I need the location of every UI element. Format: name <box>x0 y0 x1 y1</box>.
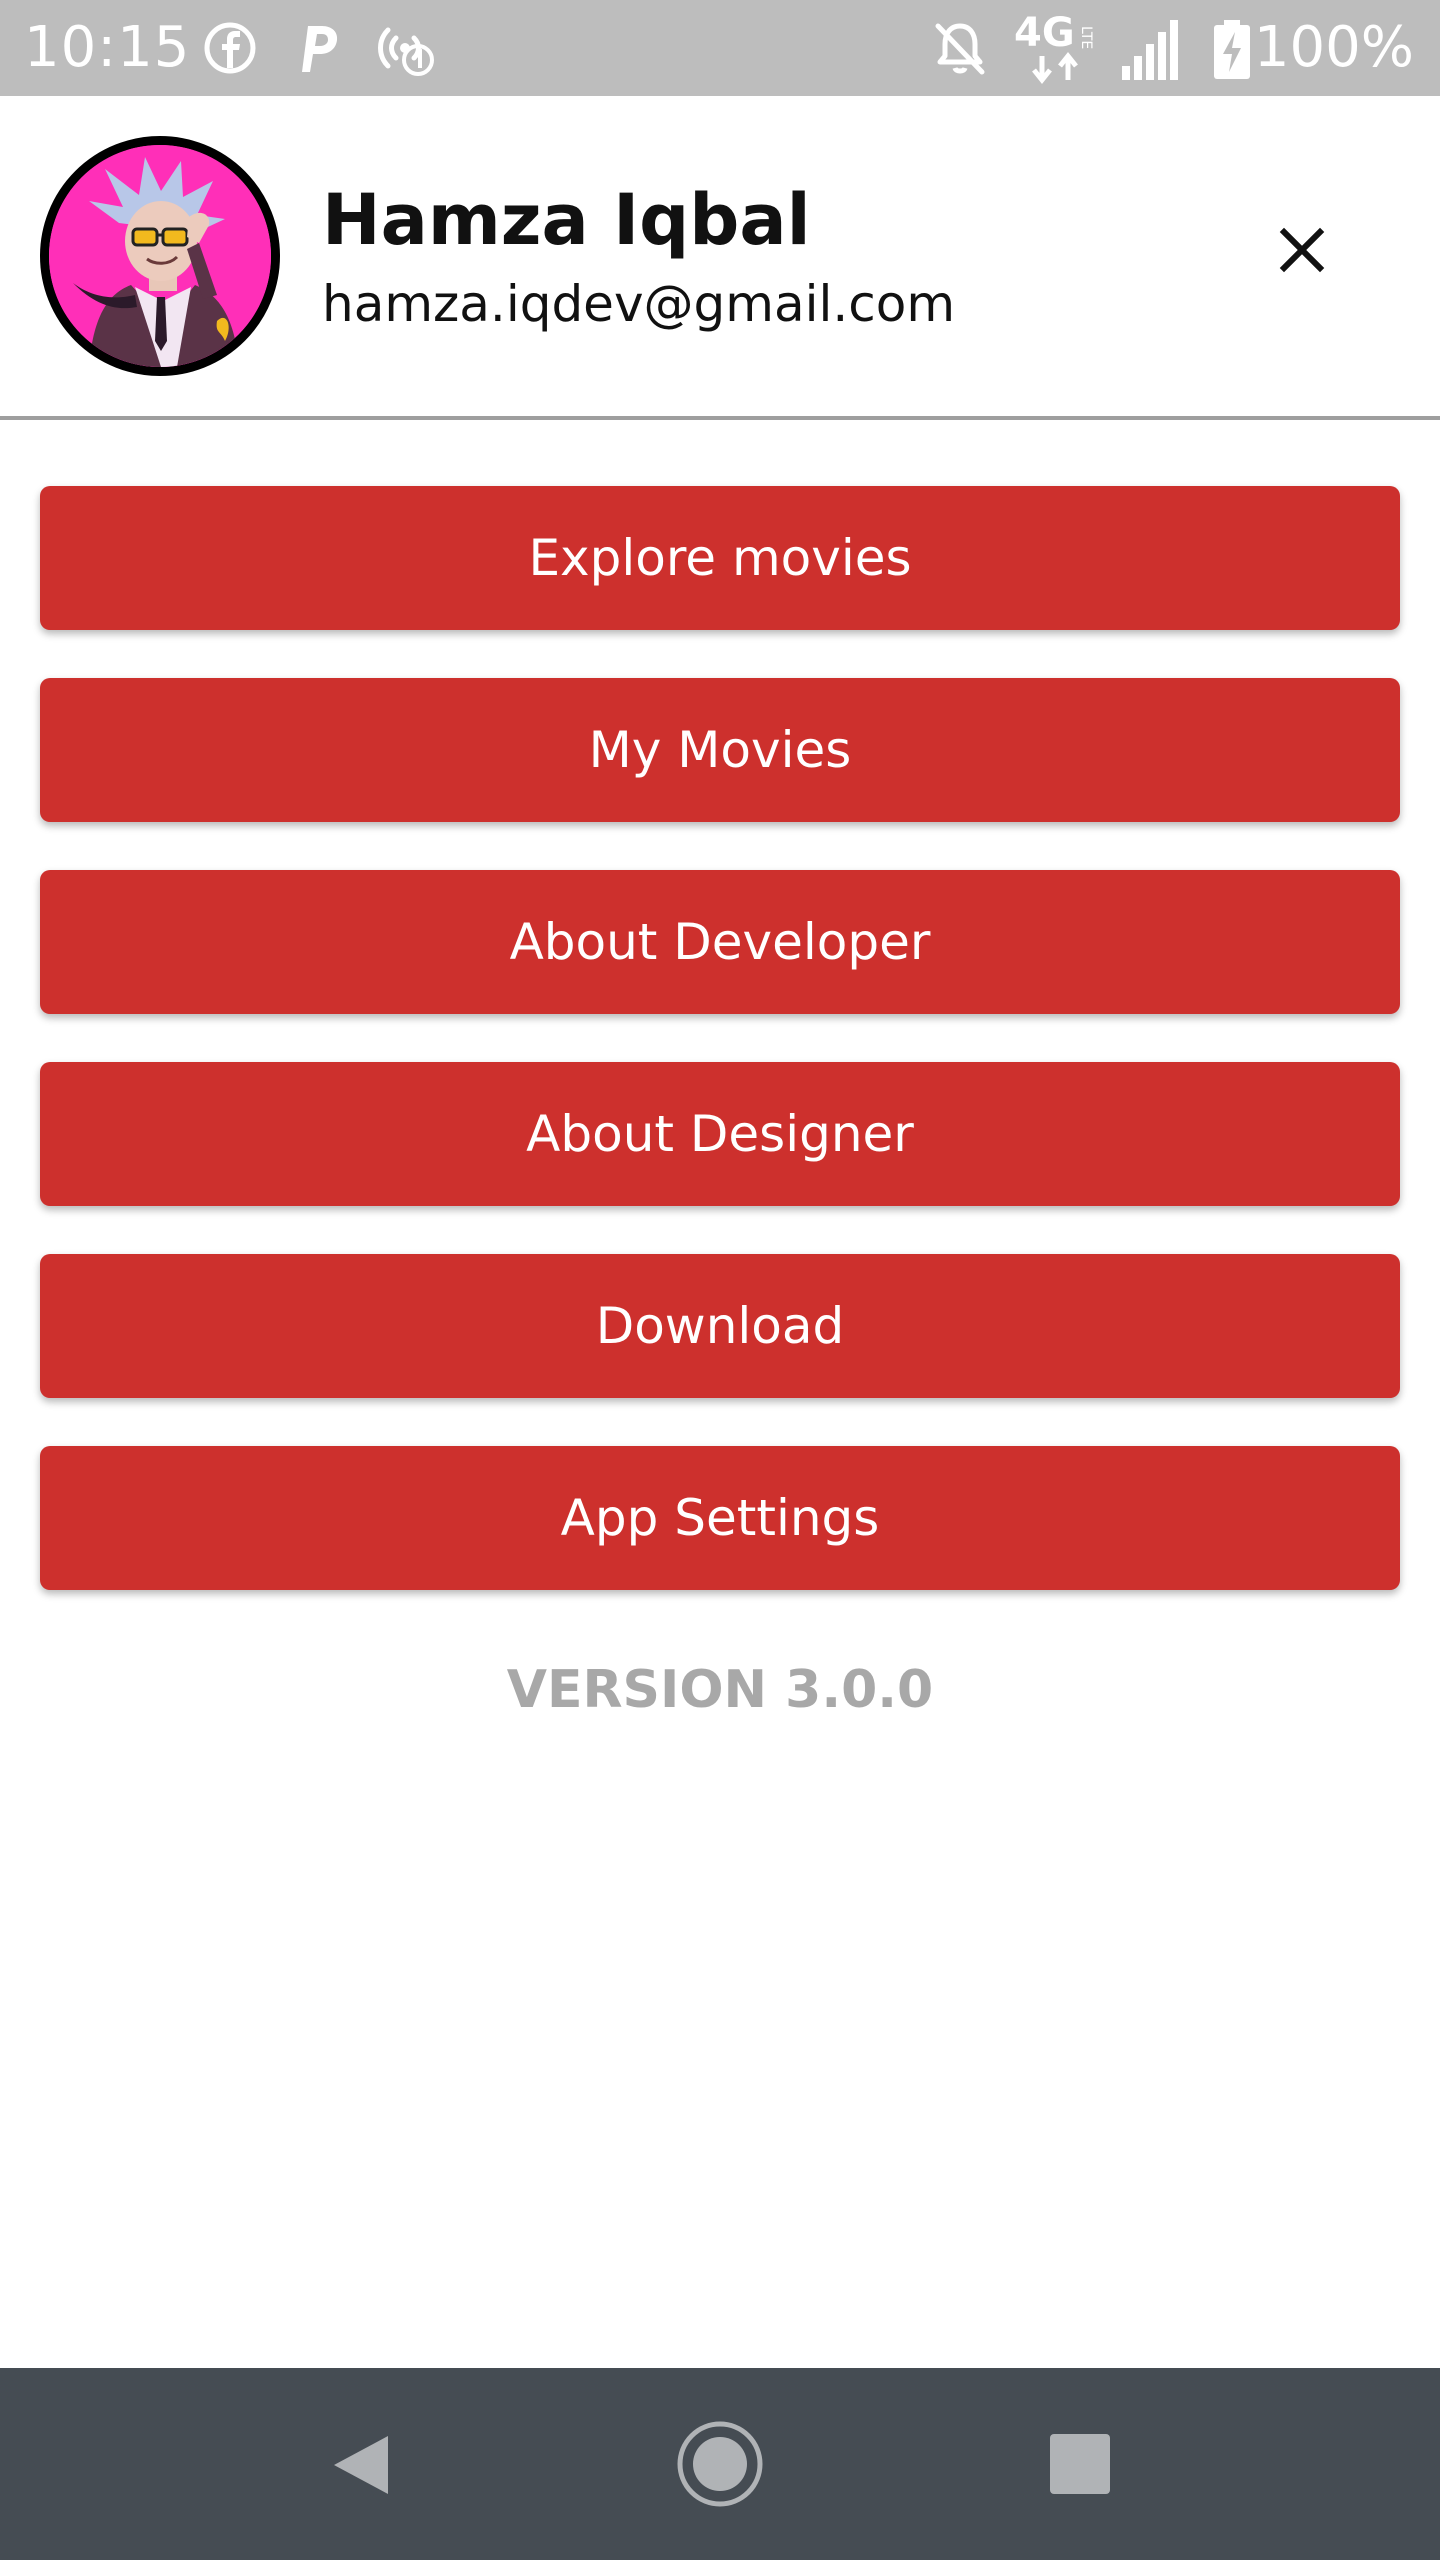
navigation-drawer-screen: 10:15 4G LTE 100% Hamza Iqbal hamza.iqde… <box>0 0 1440 2560</box>
header-divider <box>0 416 1440 420</box>
status-time: 10:15 <box>24 15 191 80</box>
battery-percent: 100% <box>1253 15 1414 80</box>
home-icon <box>677 2421 763 2507</box>
recents-button[interactable] <box>1020 2404 1140 2524</box>
hotspot-icon <box>374 18 438 78</box>
recents-icon <box>1050 2434 1110 2494</box>
status-bar: 10:15 4G LTE 100% <box>0 0 1440 96</box>
network-label: 4G <box>1014 10 1075 56</box>
notifications-off-icon <box>930 18 990 78</box>
my-movies-button[interactable]: My Movies <box>40 678 1400 822</box>
app-settings-button[interactable]: App Settings <box>40 1446 1400 1590</box>
version-label: VERSION 3.0.0 <box>506 1660 934 1720</box>
download-button[interactable]: Download <box>40 1254 1400 1398</box>
explore-movies-button[interactable]: Explore movies <box>40 486 1400 630</box>
about-designer-button[interactable]: About Designer <box>40 1062 1400 1206</box>
network-4g-lte-icon: 4G LTE <box>1012 10 1108 84</box>
user-email: hamza.iqdev@gmail.com <box>322 275 956 333</box>
user-name: Hamza Iqbal <box>322 179 811 261</box>
drawer-menu: Explore movies My Movies About Developer… <box>40 486 1400 1638</box>
close-button[interactable] <box>1262 210 1342 290</box>
back-button[interactable] <box>300 2404 420 2524</box>
battery-charging-icon <box>1212 18 1252 79</box>
back-icon <box>334 2436 388 2494</box>
parking-icon <box>294 18 342 78</box>
system-nav-bar <box>0 2368 1440 2560</box>
about-developer-button[interactable]: About Developer <box>40 870 1400 1014</box>
facebook-icon <box>204 18 256 78</box>
home-button[interactable] <box>660 2404 780 2524</box>
drawer-header: Hamza Iqbal hamza.iqdev@gmail.com <box>0 96 1440 416</box>
close-icon <box>1279 227 1325 273</box>
signal-icon <box>1118 18 1182 80</box>
svg-text:LTE: LTE <box>1078 26 1094 49</box>
avatar[interactable] <box>40 136 280 376</box>
